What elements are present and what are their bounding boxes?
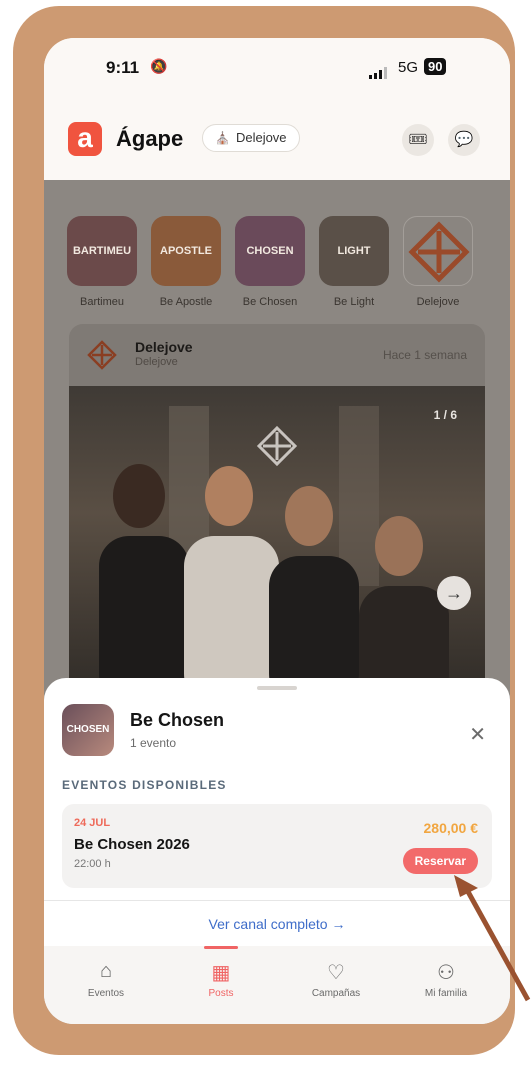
annotation-arrow bbox=[454, 875, 531, 1002]
